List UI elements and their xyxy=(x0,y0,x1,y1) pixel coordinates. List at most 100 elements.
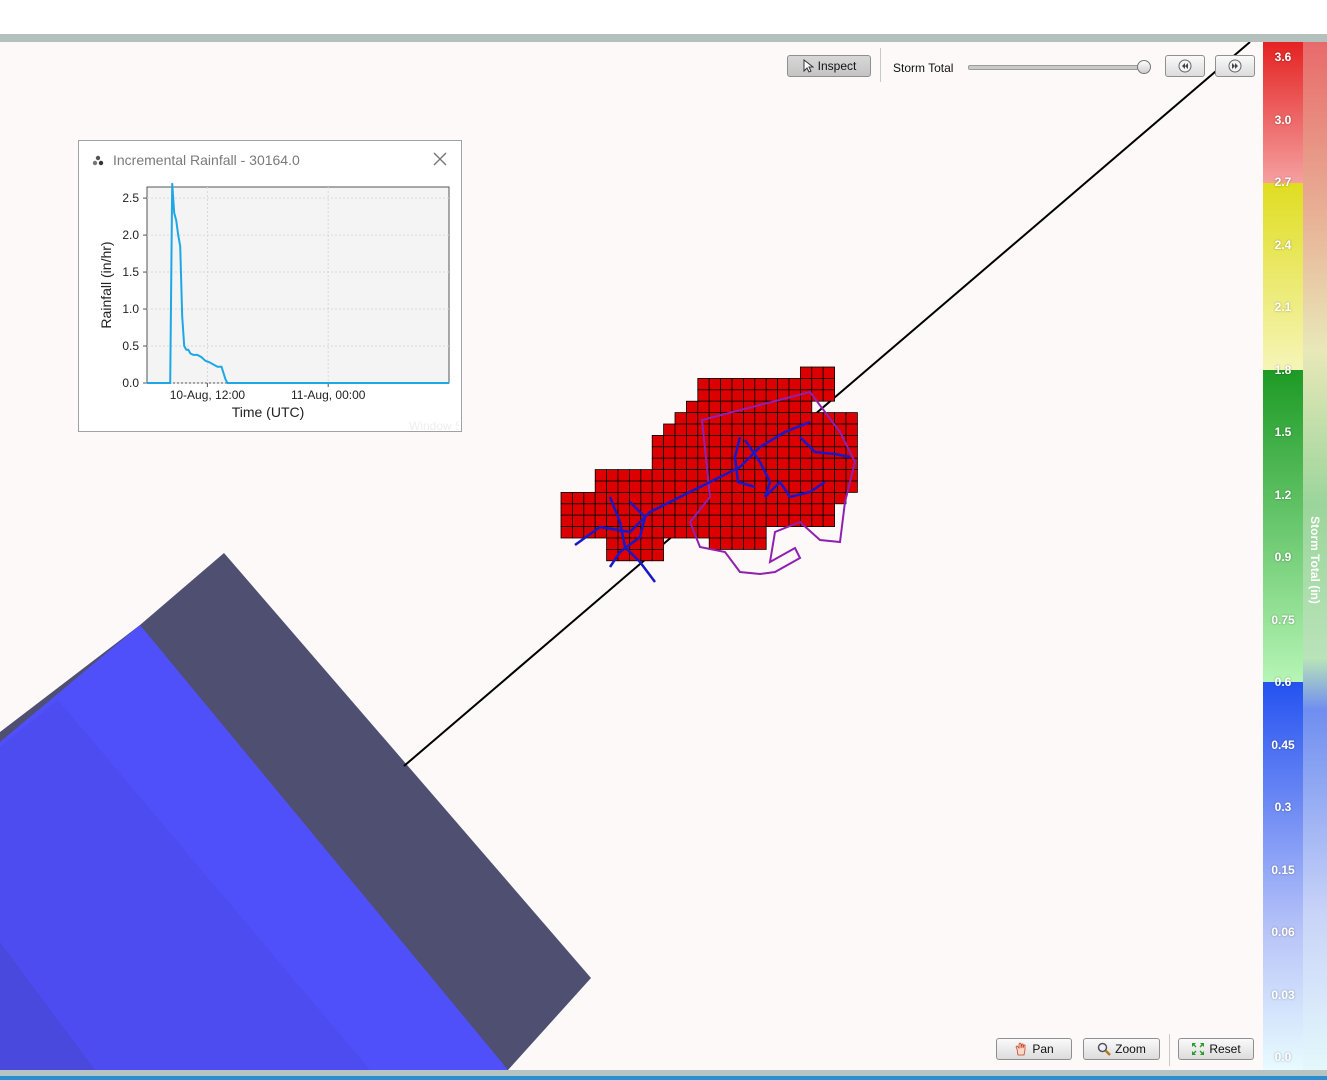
rain-cell xyxy=(583,503,596,516)
rain-cell xyxy=(640,469,653,482)
rainfall-point xyxy=(183,345,185,347)
rain-cell xyxy=(617,491,630,505)
rain-cell xyxy=(594,480,608,493)
close-icon[interactable] xyxy=(433,152,447,166)
rainfall-point xyxy=(228,382,231,384)
rainfall-point xyxy=(169,382,171,384)
rain-cell xyxy=(674,480,687,493)
rain-cell xyxy=(663,457,676,471)
rainfall-point xyxy=(171,182,173,184)
popup-title: Incremental Rainfall - 30164.0 xyxy=(113,152,300,168)
zoom-button[interactable]: Zoom xyxy=(1083,1038,1160,1060)
rain-cell xyxy=(674,423,687,436)
pan-label: Pan xyxy=(1032,1042,1054,1056)
y-tick-label: 1.0 xyxy=(122,302,139,316)
rain-cell xyxy=(765,446,779,459)
legend-tick-label: 0.15 xyxy=(1271,862,1295,877)
rain-cell xyxy=(754,377,767,391)
rain-cell xyxy=(765,377,779,391)
x-tick-label: 11-Aug, 00:00 xyxy=(291,388,366,402)
rain-cell xyxy=(777,377,790,391)
rain-cell xyxy=(834,412,847,425)
rain-cell xyxy=(811,434,824,448)
rain-cell xyxy=(822,457,836,471)
rain-cell xyxy=(560,514,573,528)
rain-cell xyxy=(743,491,756,505)
rain-cell xyxy=(834,480,847,493)
rainfall-popup-window[interactable]: Incremental Rainfall - 30164.0 0.0 0.5 1.0… xyxy=(78,140,462,433)
rain-cell xyxy=(754,526,767,539)
rain-cell xyxy=(640,548,653,562)
rain-cell xyxy=(640,537,653,550)
rainfall-point xyxy=(224,378,227,380)
inspect-button[interactable]: Inspect xyxy=(787,55,871,77)
legend-tick-label: 0.3 xyxy=(1274,800,1292,814)
rain-cell xyxy=(743,537,756,550)
rain-cell xyxy=(697,389,710,402)
rain-cell xyxy=(765,412,779,425)
rainfall-point xyxy=(189,352,191,354)
bottom-toolbar-separator xyxy=(1169,1034,1170,1066)
rain-cell xyxy=(572,503,585,516)
rain-cell xyxy=(743,514,756,528)
rain-cell xyxy=(663,526,676,539)
rain-cell xyxy=(651,480,665,493)
rain-cell xyxy=(765,503,779,516)
rain-cell xyxy=(651,446,665,459)
snip-watermark: Window Snip xyxy=(409,419,459,433)
rain-cell xyxy=(800,366,813,379)
rain-cell xyxy=(788,469,801,482)
rain-cell xyxy=(651,469,665,482)
rain-cell xyxy=(686,434,699,448)
rain-cell xyxy=(663,469,676,482)
rain-cell xyxy=(708,446,722,459)
rain-cell xyxy=(708,503,722,516)
step-forward-button[interactable] xyxy=(1215,55,1255,77)
rain-cell xyxy=(708,423,722,436)
rain-cell xyxy=(788,503,801,516)
rain-cell xyxy=(800,469,813,482)
legend-band xyxy=(1263,183,1303,370)
layer-label: Storm Total xyxy=(893,61,954,75)
rain-cell xyxy=(754,423,767,436)
rain-cell xyxy=(686,469,699,482)
rain-cell xyxy=(720,389,733,402)
legend-tick-label: 1.5 xyxy=(1274,425,1292,439)
rain-cell xyxy=(651,434,665,448)
rain-cell xyxy=(697,491,710,505)
rain-cell xyxy=(765,389,779,402)
time-slider-thumb[interactable] xyxy=(1137,60,1151,74)
rain-cell xyxy=(731,537,744,550)
rain-cell xyxy=(845,457,858,471)
rain-cell xyxy=(788,434,801,448)
rewind-icon xyxy=(1178,59,1192,73)
pan-button[interactable]: Pan xyxy=(996,1038,1072,1060)
rain-cell xyxy=(594,491,608,505)
y-tick-label: 0.0 xyxy=(122,376,139,390)
rain-cell xyxy=(743,526,756,539)
rain-cell xyxy=(731,423,744,436)
step-back-button[interactable] xyxy=(1165,55,1205,77)
legend-title: Storm Total (in) xyxy=(1303,500,1327,620)
rainfall-chart: 0.0 0.5 1.0 1.5 2.0 2.5 10-Aug, 12:00 11-Aug, 0… xyxy=(98,182,450,420)
rain-cell xyxy=(674,446,687,459)
rain-cell xyxy=(822,503,836,516)
rain-cell xyxy=(697,526,710,539)
rain-cell xyxy=(617,503,630,516)
rain-cell xyxy=(708,377,722,391)
rain-cell xyxy=(708,537,722,550)
rain-cell xyxy=(811,412,824,425)
rain-cell xyxy=(720,457,733,471)
rain-cell xyxy=(731,526,744,539)
rain-cell xyxy=(720,503,733,516)
rainfall-point xyxy=(226,382,229,384)
rain-cell xyxy=(834,469,847,482)
rain-cell xyxy=(720,480,733,493)
reset-button[interactable]: Reset xyxy=(1178,1038,1254,1060)
legend-tick-label: 0.0 xyxy=(1274,1050,1292,1064)
time-slider-track[interactable] xyxy=(968,65,1146,70)
rain-cell xyxy=(629,480,642,493)
rain-cell xyxy=(720,377,733,391)
rain-cell xyxy=(606,480,619,493)
rainfall-point xyxy=(220,366,223,368)
